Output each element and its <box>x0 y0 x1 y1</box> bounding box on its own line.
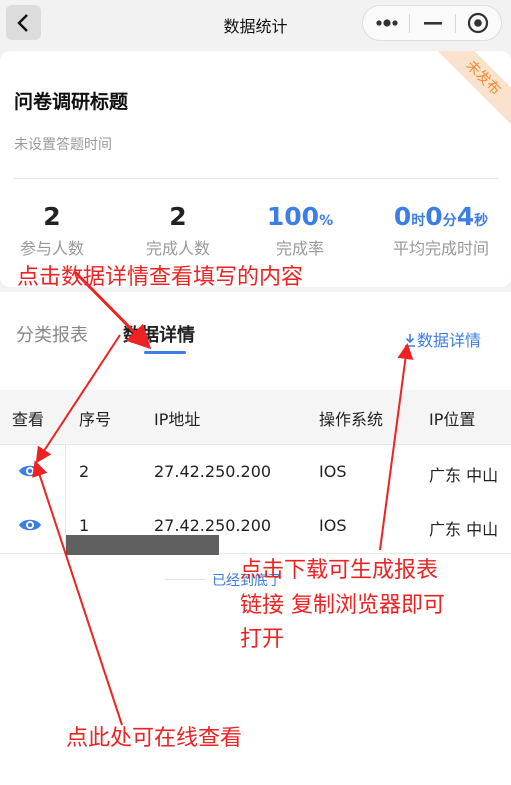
annotation-view-hint: 点此处可在线查看 <box>66 726 243 751</box>
arrow-to-download <box>379 343 414 551</box>
annotation-download-hint-3: 打开 <box>240 627 285 652</box>
annotation-detail-hint: 点击数据详情查看填写的内容 <box>17 265 304 290</box>
arrow-from-view-hint <box>32 460 123 726</box>
arrow-to-view-icon <box>35 334 121 464</box>
annotation-arrows <box>32 270 414 726</box>
annotation-download-hint-1: 点击下载可生成报表 <box>240 558 439 583</box>
annotation-download-hint-2: 链接 复制浏览器即可 <box>240 593 445 618</box>
